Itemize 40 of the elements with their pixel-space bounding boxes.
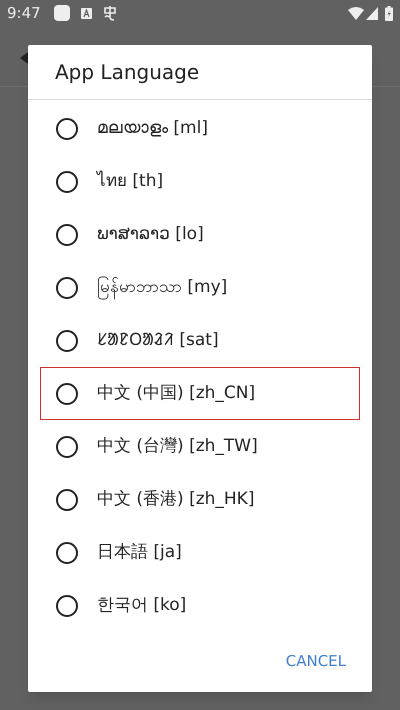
language-option[interactable]: 中文 (中国) [zh_CN] [40,367,360,420]
language-label: ไทย [th] [97,170,164,193]
language-option[interactable]: ພາສາລາວ [lo] [40,208,360,261]
language-label: ພາສາລາວ [lo] [97,222,204,246]
radio-button[interactable] [56,276,78,298]
language-option[interactable]: ไทย [th] [40,155,360,208]
radio-button[interactable] [56,170,78,192]
radio-button[interactable] [56,488,78,510]
language-option[interactable]: മലയാളം [ml] [40,102,360,155]
signal-icon [366,6,378,20]
language-label: 한국어 [ko] [97,594,186,617]
status-time: 9:47 [7,2,41,24]
back-arrow-icon [20,52,28,64]
language-option[interactable]: 日本語 [ja] [40,526,360,579]
keyboard-icon [80,8,92,18]
radio-button[interactable] [56,542,78,564]
language-label: 日本語 [ja] [97,540,182,564]
radio-button[interactable] [56,330,78,352]
language-option[interactable]: ᱥᱟᱱᱛᱟᱲᱤ [sat] [40,314,360,367]
language-label: 中文 (中国) [zh_CN] [97,382,256,405]
radio-button[interactable] [56,382,78,404]
radio-button[interactable] [56,224,78,246]
language-option[interactable]: 中文 (台灣) [zh_TW] [40,420,360,473]
language-label: 中文 (香港) [zh_HK] [97,488,254,511]
notification-icon [54,5,70,21]
dialog-title: App Language [55,59,200,86]
wifi-icon [348,6,364,20]
language-option[interactable]: 中文 (香港) [zh_HK] [40,473,360,526]
language-label: ᱥᱟᱱᱛᱟᱲᱤ [sat] [97,328,219,352]
language-label: 中文 (台灣) [zh_TW] [97,434,258,458]
cancel-button[interactable]: CANCEL [284,650,348,672]
language-option[interactable]: 한국어 [ko] [40,579,360,632]
bug-icon [102,5,118,21]
language-option[interactable]: မြန်မာဘာသာ [my] [40,261,360,314]
language-label: മലയാളം [ml] [97,116,208,140]
radio-button[interactable] [56,436,78,458]
language-label: မြန်မာဘာသာ [my] [97,274,228,300]
battery-icon [385,6,393,20]
radio-button[interactable] [56,594,78,616]
radio-button[interactable] [56,118,78,140]
